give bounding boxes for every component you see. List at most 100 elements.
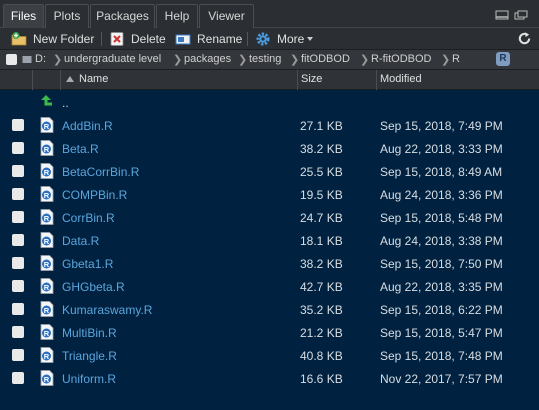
row-checkbox[interactable]: [12, 326, 24, 338]
toolbar-separator: [101, 32, 102, 46]
svg-text:R: R: [44, 214, 50, 223]
file-row[interactable]: R Gbeta1.R 38.2 KB Sep 15, 2018, 7:50 PM: [0, 252, 539, 275]
column-divider: [297, 70, 298, 90]
file-row[interactable]: R CorrBin.R 24.7 KB Sep 15, 2018, 5:48 PM: [0, 206, 539, 229]
chevron-down-icon: [307, 37, 313, 41]
file-name-link[interactable]: CorrBin.R: [62, 211, 115, 225]
files-toolbar: New Folder Delete Rename More: [0, 28, 539, 50]
file-size: 24.7 KB: [300, 211, 343, 225]
file-name-link[interactable]: Triangle.R: [62, 349, 117, 363]
delete-button[interactable]: Delete: [109, 30, 169, 48]
row-checkbox[interactable]: [12, 188, 24, 200]
file-row[interactable]: R GHGbeta.R 42.7 KB Aug 22, 2018, 3:35 PM: [0, 275, 539, 298]
parent-directory-link[interactable]: ..: [62, 96, 69, 110]
svg-text:R: R: [44, 237, 50, 246]
file-modified: Sep 15, 2018, 5:48 PM: [380, 211, 503, 225]
row-checkbox[interactable]: [12, 372, 24, 384]
file-row[interactable]: R Beta.R 38.2 KB Aug 22, 2018, 3:33 PM: [0, 137, 539, 160]
rename-button[interactable]: Rename: [175, 30, 245, 48]
breadcrumb-item[interactable]: packages: [184, 53, 231, 65]
file-name-link[interactable]: BetaCorrBin.R: [62, 165, 139, 179]
row-checkbox[interactable]: [12, 119, 24, 131]
project-badge[interactable]: R: [496, 52, 510, 66]
file-size: 40.8 KB: [300, 349, 343, 363]
new-folder-label: New Folder: [33, 32, 95, 46]
rename-icon: [175, 34, 191, 45]
more-menu-button[interactable]: More: [255, 30, 317, 48]
file-name-link[interactable]: Beta.R: [62, 142, 99, 156]
file-row[interactable]: R COMPBin.R 19.5 KB Aug 24, 2018, 3:36 PM: [0, 183, 539, 206]
file-modified: Sep 15, 2018, 5:47 PM: [380, 326, 503, 340]
row-checkbox[interactable]: [12, 303, 24, 315]
svg-text:R: R: [44, 168, 50, 177]
breadcrumb: D: ❯ undergraduate level ❯ packages ❯ te…: [0, 50, 539, 70]
file-size: 38.2 KB: [300, 257, 343, 271]
file-name-link[interactable]: GHGbeta.R: [62, 280, 125, 294]
file-row[interactable]: R Data.R 18.1 KB Aug 24, 2018, 3:38 PM: [0, 229, 539, 252]
tab-files[interactable]: Files: [3, 4, 44, 28]
maximize-pane-icon[interactable]: [514, 10, 528, 20]
rename-label: Rename: [197, 32, 243, 46]
breadcrumb-item[interactable]: D:: [35, 53, 46, 65]
select-all-checkbox[interactable]: [6, 54, 17, 65]
file-row[interactable]: R Kumaraswamy.R 35.2 KB Sep 15, 2018, 6:22 …: [0, 298, 539, 321]
pane-tab-bar: Files Plots Packages Help Viewer: [0, 0, 539, 28]
file-modified: Sep 15, 2018, 6:22 PM: [380, 303, 503, 317]
more-label: More: [277, 32, 305, 46]
tab-packages[interactable]: Packages: [90, 4, 155, 28]
delete-label: Delete: [131, 32, 166, 46]
gear-icon: [256, 32, 270, 46]
svg-text:R: R: [44, 191, 50, 200]
file-name-link[interactable]: Kumaraswamy.R: [62, 303, 152, 317]
tab-viewer[interactable]: Viewer: [199, 4, 254, 28]
toolbar-separator: [247, 32, 248, 46]
column-header-modified[interactable]: Modified: [380, 73, 422, 85]
breadcrumb-item[interactable]: testing: [249, 53, 281, 65]
chevron-right-icon: ❯: [53, 54, 63, 66]
tab-help[interactable]: Help: [156, 4, 198, 28]
file-name-link[interactable]: Uniform.R: [62, 372, 116, 386]
row-checkbox[interactable]: [12, 211, 24, 223]
file-name-link[interactable]: AddBin.R: [62, 119, 113, 133]
file-modified: Aug 24, 2018, 3:36 PM: [380, 188, 503, 202]
row-checkbox[interactable]: [12, 165, 24, 177]
breadcrumb-item[interactable]: R: [452, 53, 460, 65]
file-row[interactable]: R Triangle.R 40.8 KB Sep 15, 2018, 7:48 PM: [0, 344, 539, 367]
file-size: 35.2 KB: [300, 303, 343, 317]
file-row[interactable]: R AddBin.R 27.1 KB Sep 15, 2018, 7:49 PM: [0, 114, 539, 137]
breadcrumb-item[interactable]: undergraduate level: [64, 53, 161, 65]
file-row[interactable]: R Uniform.R 16.6 KB Nov 22, 2017, 7:57 PM: [0, 367, 539, 390]
file-size: 18.1 KB: [300, 234, 343, 248]
new-folder-icon: [11, 32, 27, 46]
file-name-link[interactable]: MultiBin.R: [62, 326, 117, 340]
breadcrumb-item[interactable]: fitODBOD: [301, 53, 350, 65]
r-file-icon: R: [40, 347, 54, 363]
file-name-link[interactable]: COMPBin.R: [62, 188, 127, 202]
svg-text:R: R: [44, 329, 50, 338]
row-checkbox[interactable]: [12, 349, 24, 361]
file-name-link[interactable]: Data.R: [62, 234, 99, 248]
minimize-pane-icon[interactable]: [495, 10, 509, 20]
refresh-icon[interactable]: [517, 31, 532, 46]
row-checkbox[interactable]: [12, 257, 24, 269]
breadcrumb-item[interactable]: R-fitODBOD: [371, 53, 432, 65]
column-header-size[interactable]: Size: [301, 73, 322, 85]
parent-directory-row[interactable]: ..: [0, 91, 539, 114]
file-modified: Aug 22, 2018, 3:33 PM: [380, 142, 503, 156]
row-checkbox[interactable]: [12, 142, 24, 154]
chevron-right-icon: ❯: [441, 54, 451, 66]
file-size: 27.1 KB: [300, 119, 343, 133]
svg-text:R: R: [44, 283, 50, 292]
row-checkbox[interactable]: [12, 234, 24, 246]
file-row[interactable]: R BetaCorrBin.R 25.5 KB Sep 15, 2018, 8:49 …: [0, 160, 539, 183]
new-folder-button[interactable]: New Folder: [11, 30, 123, 48]
tab-plots[interactable]: Plots: [45, 4, 89, 28]
column-header-name[interactable]: Name: [79, 73, 108, 85]
file-name-link[interactable]: Gbeta1.R: [62, 257, 113, 271]
chevron-right-icon: ❯: [360, 54, 370, 66]
file-list-header: Name Size Modified: [0, 70, 539, 90]
row-checkbox[interactable]: [12, 280, 24, 292]
r-file-icon: R: [40, 324, 54, 340]
svg-text:R: R: [44, 306, 50, 315]
file-row[interactable]: R MultiBin.R 21.2 KB Sep 15, 2018, 5:47 PM: [0, 321, 539, 344]
